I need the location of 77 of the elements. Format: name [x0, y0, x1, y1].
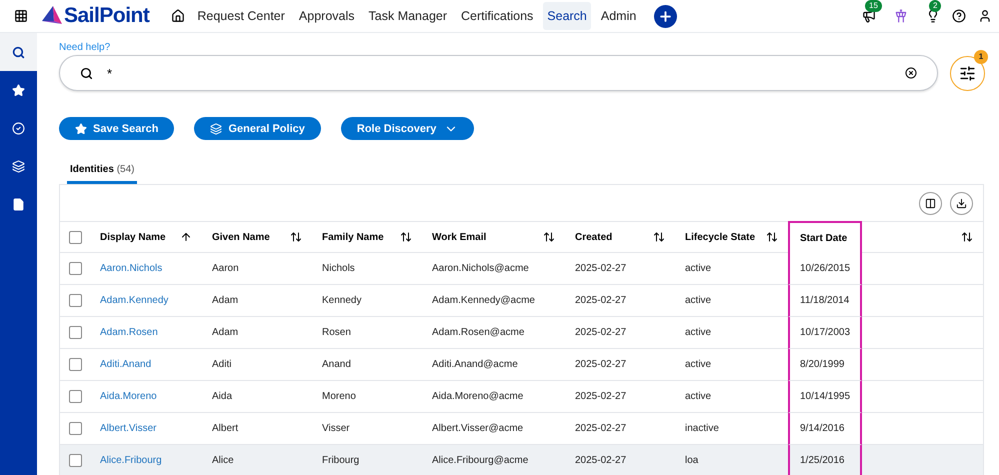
logo-icon [42, 6, 64, 26]
search-field[interactable]: * [59, 55, 938, 91]
table-cell: 9/14/2016 [788, 413, 862, 445]
identity-link[interactable]: Aditi.Anand [100, 359, 152, 370]
nav-link[interactable]: Search [543, 2, 591, 30]
search-input[interactable]: * [105, 64, 893, 82]
nav-link[interactable]: Admin [596, 2, 640, 30]
checkbox[interactable] [68, 358, 82, 371]
sort-icon[interactable] [653, 231, 665, 243]
identity-link[interactable]: Aaron.Nichols [100, 263, 162, 274]
megaphone-icon[interactable] [862, 9, 876, 23]
plus-icon [658, 8, 674, 24]
sort-icon[interactable] [766, 231, 778, 243]
star-icon [12, 84, 25, 96]
table-cell: Fribourg [312, 445, 422, 475]
nav-link[interactable]: Task Manager [364, 2, 452, 30]
help-icon[interactable] [952, 9, 966, 23]
table-cell: 1/25/2016 [788, 445, 862, 475]
lightbulb-icon[interactable] [926, 9, 940, 23]
user-icon[interactable] [978, 9, 992, 23]
notification-count: 15 [865, 0, 882, 12]
tab[interactable]: Identities (54) [67, 160, 138, 184]
table-cell: 10/17/2003 [788, 317, 862, 349]
add-button[interactable] [654, 4, 678, 28]
columns-icon [925, 198, 936, 208]
checkbox[interactable] [68, 230, 82, 244]
sort-icon[interactable] [400, 231, 412, 243]
table-cell: 10/14/1995 [788, 381, 862, 413]
sort-icon[interactable] [290, 231, 302, 243]
checkbox[interactable] [68, 326, 82, 339]
filter-count: 1 [974, 50, 988, 64]
lighthouse-icon[interactable] [894, 9, 908, 23]
download-button[interactable] [950, 192, 973, 214]
action-button[interactable]: General Policy [194, 117, 321, 140]
table-cell: Alice.Fribourg@acme [422, 445, 565, 475]
help-link[interactable]: Need help? [59, 42, 110, 53]
sidebar-item[interactable] [0, 33, 37, 71]
sort-icon[interactable] [543, 231, 555, 243]
layers-icon [210, 122, 222, 134]
clear-icon[interactable] [905, 67, 917, 79]
sort-up-icon[interactable] [180, 231, 192, 243]
sort-icon[interactable] [961, 231, 973, 243]
identity-link[interactable]: Adam.Kennedy [100, 295, 168, 306]
table-cell: loa [675, 445, 788, 475]
action-button[interactable]: Save Search [59, 117, 174, 140]
identity-link[interactable]: Adam.Rosen [100, 327, 158, 338]
filter-button[interactable] [950, 56, 985, 90]
checkbox[interactable] [68, 262, 82, 275]
table-cell: 2025-02-27 [565, 445, 675, 475]
action-button[interactable]: Role Discovery [340, 117, 474, 140]
table-cell: 11/18/2014 [788, 285, 862, 317]
table-cell: 8/20/1999 [788, 349, 862, 381]
brand-name: SailPoint [64, 4, 150, 28]
checkbox[interactable] [68, 454, 82, 467]
search-icon [80, 66, 93, 80]
checkbox[interactable] [68, 422, 82, 435]
identity-link[interactable]: Alice.Fribourg [100, 455, 162, 466]
columns-button[interactable] [919, 192, 942, 214]
document-icon [12, 198, 25, 210]
checkbox[interactable] [68, 294, 82, 307]
sliders-icon [959, 64, 976, 82]
table-cell: 10/26/2015 [788, 253, 862, 285]
app-grid-icon[interactable] [14, 9, 28, 23]
nav-link[interactable]: Request Center [193, 2, 289, 30]
home-icon[interactable] [171, 9, 186, 23]
identity-link[interactable]: Albert.Visser [100, 423, 157, 434]
table-cell: Alice [202, 445, 312, 475]
nav-link[interactable]: Approvals [294, 2, 359, 30]
tip-count: 2 [929, 0, 942, 12]
nav-link[interactable]: Certifications [457, 2, 538, 30]
layers-icon [12, 160, 25, 172]
checkbox[interactable] [68, 390, 82, 403]
identity-link[interactable]: Aida.Moreno [100, 391, 157, 402]
search-icon [12, 46, 25, 58]
star-icon [75, 122, 87, 134]
download-icon [956, 198, 967, 208]
check-circle-icon [12, 122, 25, 134]
